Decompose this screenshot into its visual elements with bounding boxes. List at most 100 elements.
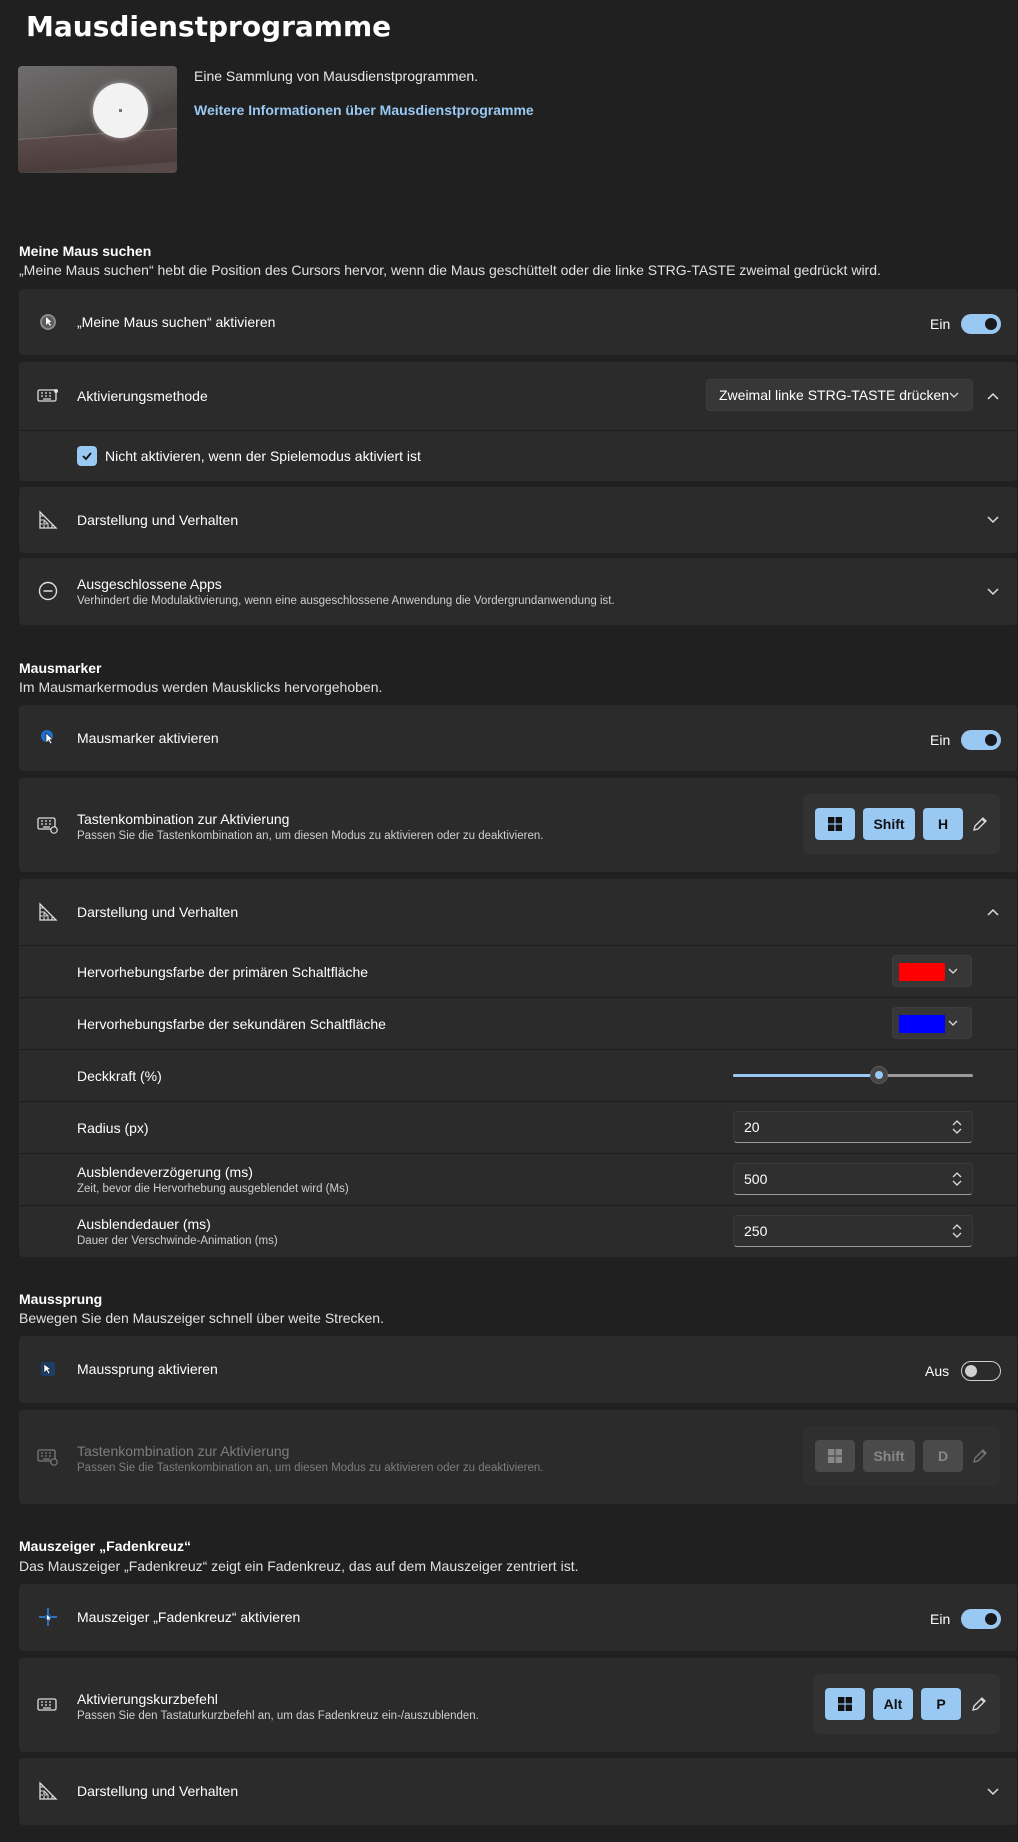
- primary-color-swatch: [899, 963, 945, 981]
- jump-shortcut-row: Tastenkombination zur Aktivierung Passen…: [19, 1410, 1017, 1504]
- highlighter-appearance-row[interactable]: Darstellung und Verhalten: [19, 879, 1017, 945]
- windows-key: [815, 808, 855, 840]
- secondary-color-row: Hervorhebungsfarbe der sekundären Schalt…: [19, 997, 1017, 1049]
- spinner-icon[interactable]: [952, 1120, 962, 1134]
- edit-icon[interactable]: [971, 815, 989, 833]
- mouse-highlighter-icon: [37, 727, 59, 749]
- fade-duration-input[interactable]: 250: [733, 1215, 973, 1247]
- crosshairs-toggle[interactable]: [961, 1609, 1001, 1629]
- activation-method-row[interactable]: Aktivierungsmethode Zweimal linke STRG-T…: [19, 362, 1017, 430]
- opacity-slider-thumb[interactable]: [870, 1066, 888, 1084]
- gamemode-checkbox[interactable]: [77, 446, 97, 466]
- find-mouse-appearance-label: Darstellung und Verhalten: [77, 512, 239, 528]
- jump-toggle-state: Aus: [925, 1363, 950, 1379]
- highlighter-toggle[interactable]: [961, 730, 1001, 750]
- page-title: Mausdienstprogramme: [26, 10, 392, 43]
- key-shift: Shift: [863, 1440, 915, 1472]
- highlighter-title: Mausmarker: [19, 660, 102, 676]
- activation-method-label: Aktivierungsmethode: [77, 388, 208, 404]
- opacity-slider-fill: [733, 1074, 879, 1077]
- hero-image: [18, 66, 177, 173]
- chevron-down-icon: [948, 968, 958, 974]
- keyboard-icon: [37, 1694, 59, 1716]
- fade-delay-value: 500: [744, 1171, 768, 1187]
- highlighter-appearance-label: Darstellung und Verhalten: [77, 904, 239, 920]
- spinner-icon[interactable]: [952, 1224, 962, 1238]
- find-mouse-enable-row: „Meine Maus suchen“ aktivieren Ein: [19, 289, 1017, 355]
- fade-delay-sub: Zeit, bevor die Hervorhebung ausgeblende…: [77, 1183, 349, 1195]
- edit-icon[interactable]: [970, 1695, 988, 1713]
- crosshairs-description: Das Mauszeiger „Fadenkreuz“ zeigt ein Fa…: [19, 1558, 579, 1574]
- secondary-color-swatch: [899, 1015, 945, 1033]
- learn-more-link[interactable]: Weitere Informationen über Mausdienstpro…: [194, 102, 534, 118]
- hero-description: Eine Sammlung von Mausdienstprogrammen.: [194, 68, 479, 84]
- jump-enable-row: Maussprung aktivieren Aus: [19, 1336, 1017, 1403]
- find-mouse-description: „Meine Maus suchen“ hebt die Position de…: [19, 262, 881, 278]
- crosshairs-shortcut-keys[interactable]: Alt P: [813, 1674, 1000, 1734]
- radius-input[interactable]: 20: [733, 1111, 973, 1143]
- primary-color-row: Hervorhebungsfarbe der primären Schaltfl…: [19, 945, 1017, 997]
- crosshairs-enable-label: Mauszeiger „Fadenkreuz“ aktivieren: [77, 1609, 301, 1625]
- windows-icon: [828, 817, 842, 831]
- edit-icon: [973, 1449, 987, 1463]
- crosshairs-enable-row: Mauszeiger „Fadenkreuz“ aktivieren Ein: [19, 1584, 1017, 1651]
- highlighter-enable-label: Mausmarker aktivieren: [77, 730, 219, 746]
- gamemode-label: Nicht aktivieren, wenn der Spielemodus a…: [105, 448, 421, 464]
- jump-title: Maussprung: [19, 1291, 103, 1307]
- activation-method-dropdown[interactable]: Zweimal linke STRG-TASTE drücken: [706, 379, 973, 411]
- find-mouse-appearance-row[interactable]: Darstellung und Verhalten: [19, 487, 1017, 553]
- chevron-down-icon[interactable]: [986, 1785, 1000, 1799]
- crosshairs-title: Mauszeiger „Fadenkreuz“: [19, 1538, 191, 1554]
- gamemode-row: Nicht aktivieren, wenn der Spielemodus a…: [19, 430, 1017, 481]
- excluded-apps-sub: Verhindert die Modulaktivierung, wenn ei…: [77, 595, 615, 607]
- keyboard-shortcut-icon: [37, 814, 59, 836]
- fade-delay-input[interactable]: 500: [733, 1163, 973, 1195]
- chevron-down-icon: [949, 392, 959, 398]
- ruler-icon: [37, 1780, 59, 1802]
- keyboard-icon: [37, 385, 59, 407]
- radius-row: Radius (px) 20: [19, 1101, 1017, 1153]
- chevron-up-icon[interactable]: [986, 389, 1000, 403]
- spinner-icon[interactable]: [952, 1172, 962, 1186]
- ruler-icon: [37, 509, 59, 531]
- find-mouse-title: Meine Maus suchen: [19, 243, 152, 259]
- highlighter-shortcut-keys[interactable]: Shift H: [803, 794, 1000, 854]
- excluded-apps-label: Ausgeschlossene Apps: [77, 576, 222, 592]
- excluded-apps-row[interactable]: Ausgeschlossene Apps Verhindert die Modu…: [19, 558, 1017, 625]
- activation-method-value: Zweimal linke STRG-TASTE drücken: [719, 387, 950, 403]
- secondary-color-label: Hervorhebungsfarbe der sekundären Schalt…: [77, 1016, 386, 1032]
- jump-enable-label: Maussprung aktivieren: [77, 1361, 218, 1377]
- primary-color-picker[interactable]: [892, 955, 972, 987]
- jump-shortcut-keys: Shift D: [803, 1426, 1000, 1486]
- primary-color-label: Hervorhebungsfarbe der primären Schaltfl…: [77, 964, 369, 980]
- fade-delay-row: Ausblendeverzögerung (ms) Zeit, bevor di…: [19, 1153, 1017, 1205]
- find-mouse-toggle-state: Ein: [930, 316, 951, 332]
- radius-label: Radius (px): [77, 1120, 149, 1136]
- find-mouse-toggle[interactable]: [961, 314, 1001, 334]
- secondary-color-picker[interactable]: [892, 1007, 972, 1039]
- mouse-jump-icon: [37, 1358, 59, 1380]
- find-mouse-icon: [37, 311, 59, 333]
- crosshairs-shortcut-row: Aktivierungskurzbefehl Passen Sie den Ta…: [19, 1658, 1017, 1752]
- crosshairs-shortcut-sub: Passen Sie den Tastaturkurzbefehl an, um…: [77, 1710, 479, 1722]
- windows-key: [815, 1440, 855, 1472]
- opacity-slider[interactable]: [733, 1065, 973, 1085]
- block-icon: [37, 580, 59, 602]
- highlighter-description: Im Mausmarkermodus werden Mausklicks her…: [19, 679, 383, 695]
- crosshairs-appearance-row[interactable]: Darstellung und Verhalten: [19, 1758, 1017, 1825]
- fade-duration-sub: Dauer der Verschwinde-Animation (ms): [77, 1235, 278, 1247]
- chevron-down-icon[interactable]: [986, 585, 1000, 599]
- opacity-label: Deckkraft (%): [77, 1068, 162, 1084]
- crosshairs-shortcut-label: Aktivierungskurzbefehl: [77, 1691, 218, 1707]
- highlighter-enable-row: Mausmarker aktivieren Ein: [19, 705, 1017, 771]
- highlighter-shortcut-row: Tastenkombination zur Aktivierung Passen…: [19, 778, 1017, 872]
- fade-duration-label: Ausblendedauer (ms): [77, 1216, 211, 1232]
- jump-toggle[interactable]: [961, 1361, 1001, 1381]
- key-shift: Shift: [863, 808, 915, 840]
- keyboard-shortcut-icon: [37, 1446, 59, 1468]
- key-h: H: [923, 808, 963, 840]
- check-icon: [82, 452, 92, 461]
- highlighter-toggle-state: Ein: [930, 732, 951, 748]
- chevron-up-icon[interactable]: [986, 905, 1000, 919]
- chevron-down-icon[interactable]: [986, 513, 1000, 527]
